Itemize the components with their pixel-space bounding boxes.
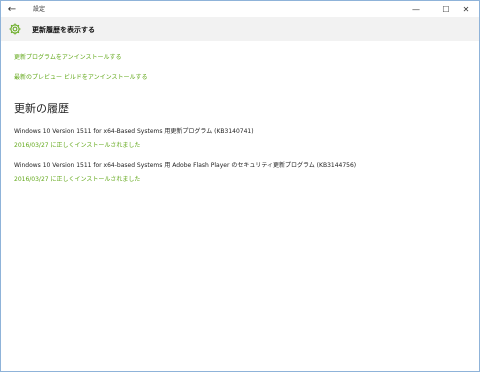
uninstall-updates-link[interactable]: 更新プログラムをアンインストールする [14,52,121,61]
title-bar: ← 設定 — ☐ ✕ [1,1,479,17]
settings-window: ← 設定 — ☐ ✕ 更新履歴を表示する 更新プログラムをアンインストールする … [0,0,480,372]
uninstall-preview-build-link[interactable]: 最新のプレビュー ビルドをアンインストールする [14,72,148,81]
update-item-title: Windows 10 Version 1511 for x64-based Sy… [14,162,357,169]
update-history-heading: 更新の履歴 [14,102,69,115]
gear-icon [9,23,21,35]
update-item-status[interactable]: 2016/03/27 に正しくインストールされました [14,140,140,149]
app-title: 設定 [33,6,46,13]
close-button[interactable]: ✕ [453,1,479,17]
back-arrow-icon: ← [7,3,17,15]
maximize-icon: ☐ [442,4,450,14]
page-title: 更新履歴を表示する [32,26,95,34]
update-item-status[interactable]: 2016/03/27 に正しくインストールされました [14,174,140,183]
page-header: 更新履歴を表示する [1,17,479,41]
minimize-icon: — [412,4,420,14]
back-button[interactable]: ← [5,2,19,16]
minimize-button[interactable]: — [403,1,429,17]
update-item-title: Windows 10 Version 1511 for x64-Based Sy… [14,128,254,135]
close-icon: ✕ [462,4,470,14]
